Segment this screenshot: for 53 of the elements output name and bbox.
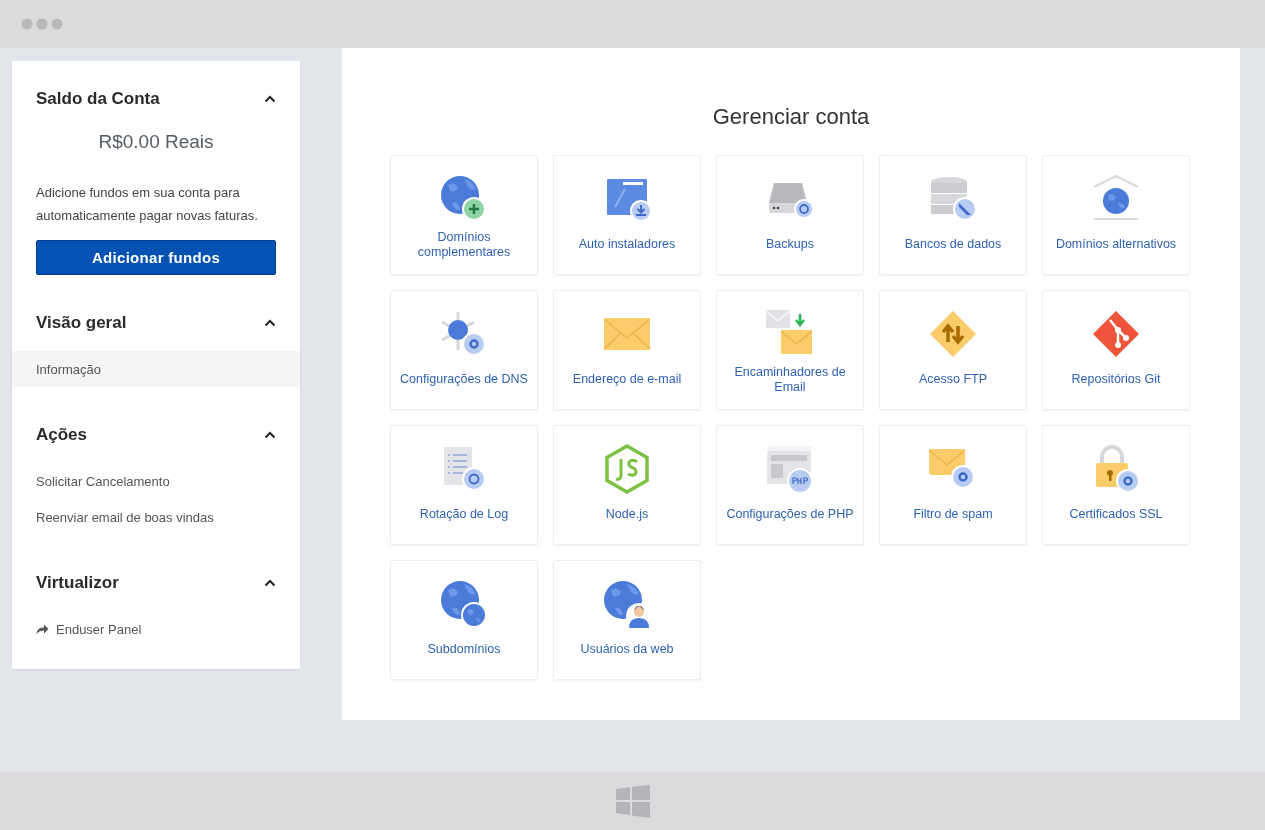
feature-tile[interactable]: Usuários da web bbox=[553, 560, 701, 680]
section-title: Ações bbox=[36, 425, 88, 445]
sidebar-link[interactable]: Informação bbox=[12, 351, 300, 387]
sidebar-link[interactable]: Solicitar Cancelamento bbox=[12, 463, 300, 499]
feature-tile[interactable]: Node.js bbox=[553, 425, 701, 545]
feature-tile[interactable]: Subdomínios bbox=[390, 560, 538, 680]
tile-label: Acesso FTP bbox=[917, 371, 989, 388]
tile-label: Backups bbox=[765, 236, 815, 253]
feature-tile[interactable]: Encaminhadores de Email bbox=[716, 290, 864, 410]
tile-label: Subdomínios bbox=[426, 641, 502, 658]
feature-tile[interactable]: Domínios complementares bbox=[390, 155, 538, 275]
tile-label: Configurações de DNS bbox=[399, 371, 529, 388]
window-dots-icon bbox=[21, 18, 63, 30]
feature-tile[interactable]: Configurações de PHP bbox=[716, 425, 864, 545]
share-arrow-icon bbox=[36, 623, 49, 635]
tile-label: Domínios complementares bbox=[416, 228, 512, 261]
tile-label: Certificados SSL bbox=[1068, 506, 1164, 523]
feature-tile[interactable]: Auto instaladores bbox=[553, 155, 701, 275]
tile-label: Endereço de e-mail bbox=[571, 371, 683, 388]
feature-tile[interactable]: Bancos de dados bbox=[879, 155, 1027, 275]
tile-label: Domínios alternativos bbox=[1054, 236, 1178, 253]
section-title: Virtualizor bbox=[36, 573, 119, 593]
chevron-icon[interactable] bbox=[264, 579, 276, 587]
chevron-icon[interactable] bbox=[264, 431, 276, 439]
sidebar-link[interactable]: Enduser Panel bbox=[12, 611, 300, 647]
feature-tile[interactable]: Certificados SSL bbox=[1042, 425, 1190, 545]
account-balance: R$0.00 Reais bbox=[97, 131, 215, 153]
tile-label: Bancos de dados bbox=[903, 236, 1003, 253]
chevron-icon[interactable] bbox=[264, 319, 276, 327]
tile-label: Encaminhadores de Email bbox=[733, 363, 847, 396]
tile-label: Configurações de PHP bbox=[725, 506, 855, 523]
page-title: Gerenciar conta bbox=[711, 104, 871, 130]
feature-tile[interactable]: Domínios alternativos bbox=[1042, 155, 1190, 275]
windows-logo-icon bbox=[615, 784, 650, 818]
feature-tile[interactable]: Configurações de DNS bbox=[390, 290, 538, 410]
tile-label: Auto instaladores bbox=[577, 236, 677, 253]
section-title: Saldo da Conta bbox=[36, 89, 160, 109]
add-funds-button[interactable]: Adicionar fundos bbox=[36, 240, 276, 275]
balance-note: Adicione fundos em sua conta para automaticamente pagar novas faturas. bbox=[36, 184, 259, 225]
feature-tile[interactable]: Backups bbox=[716, 155, 864, 275]
tile-label: Repositórios Git bbox=[1070, 371, 1162, 388]
feature-tile[interactable]: Acesso FTP bbox=[879, 290, 1027, 410]
feature-tile[interactable]: Repositórios Git bbox=[1042, 290, 1190, 410]
feature-tile[interactable]: Filtro de spam bbox=[879, 425, 1027, 545]
tile-label: Filtro de spam bbox=[912, 506, 994, 523]
tile-label: Rotação de Log bbox=[418, 506, 510, 523]
tile-label: Usuários da web bbox=[579, 641, 675, 658]
feature-tile[interactable]: Endereço de e-mail bbox=[553, 290, 701, 410]
chevron-icon[interactable] bbox=[264, 95, 276, 103]
sidebar-link[interactable]: Reenviar email de boas vindas bbox=[12, 499, 300, 535]
tile-label: Node.js bbox=[604, 506, 650, 523]
feature-tile[interactable]: Rotação de Log bbox=[390, 425, 538, 545]
section-title: Visão geral bbox=[36, 313, 127, 333]
